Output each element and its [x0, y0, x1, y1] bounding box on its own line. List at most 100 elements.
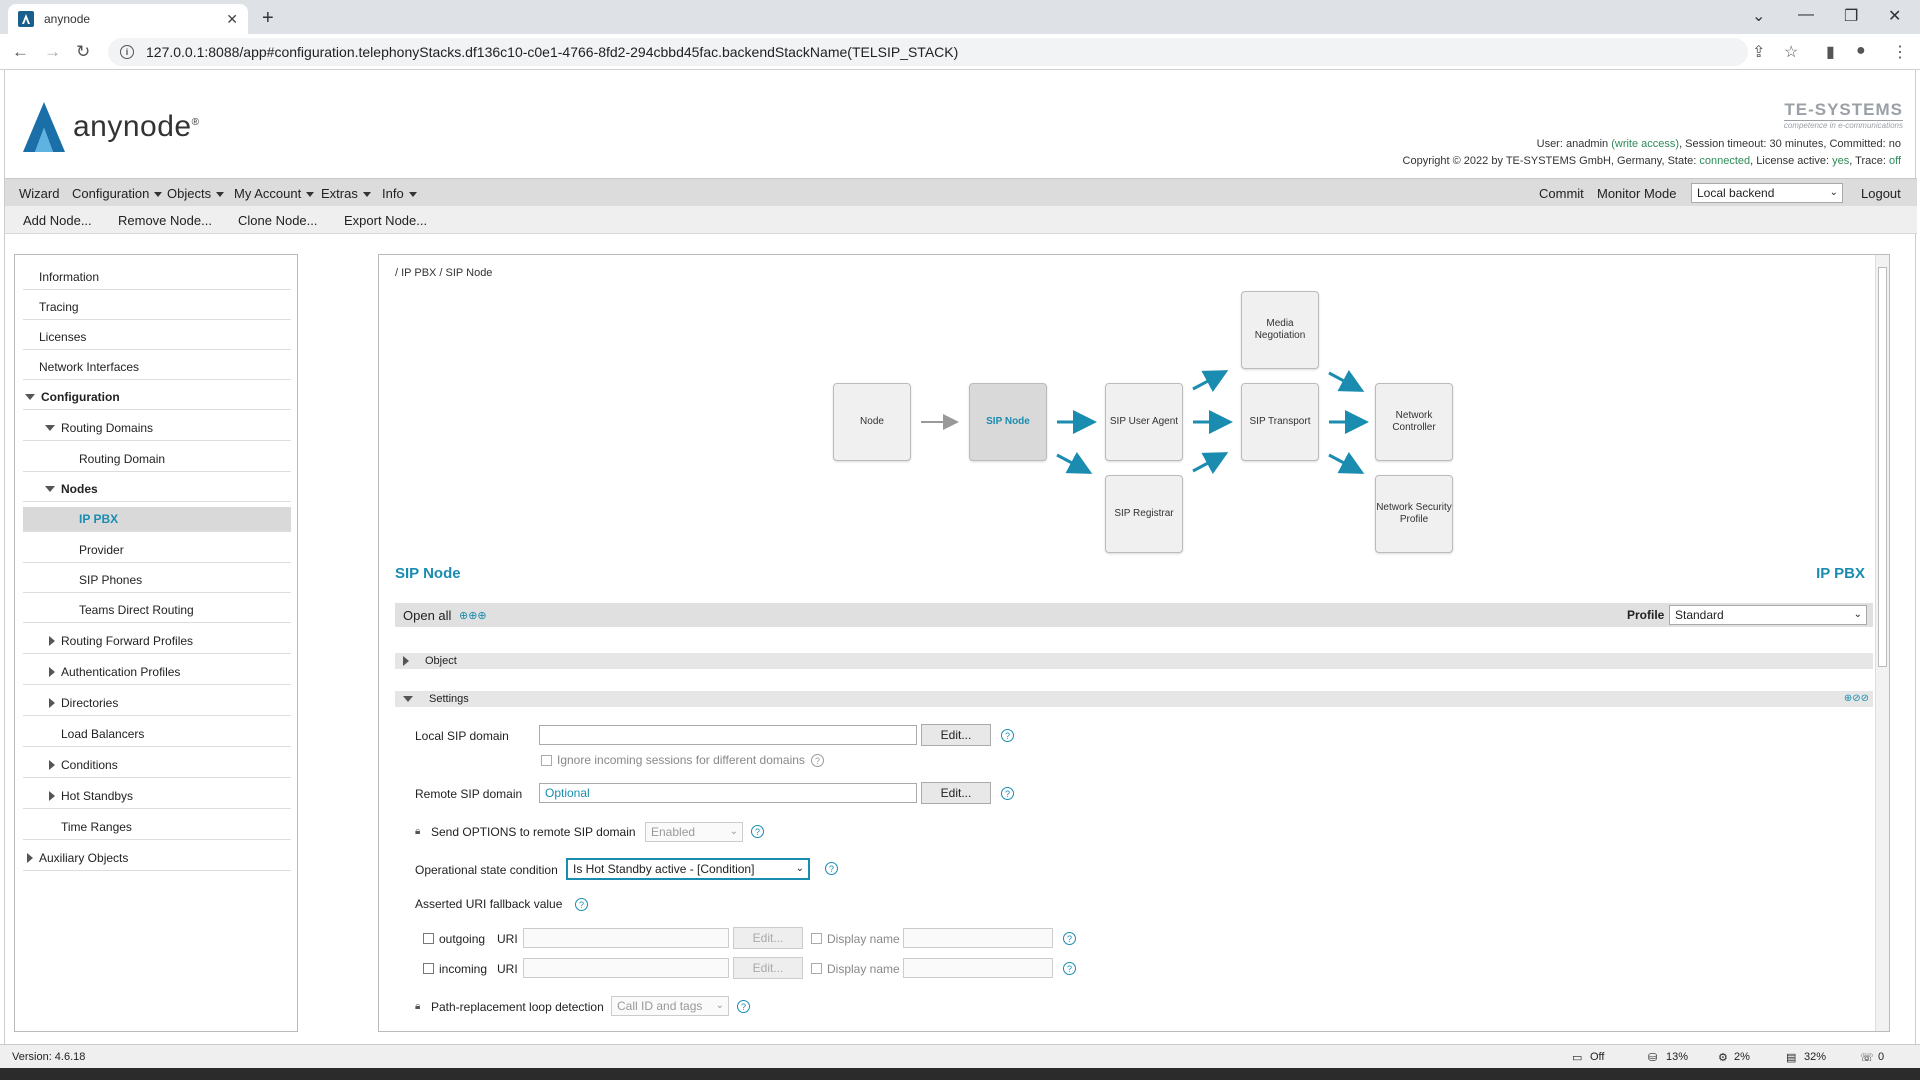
- help-icon[interactable]: ?: [575, 898, 588, 911]
- incoming-uri-input[interactable]: [523, 958, 729, 978]
- incoming-display-name-input[interactable]: [903, 958, 1053, 978]
- site-info-icon[interactable]: i: [120, 45, 134, 59]
- local-sip-domain-edit-button[interactable]: Edit...: [921, 724, 991, 746]
- section-actions-icon[interactable]: ⊕⊘⊘: [1844, 693, 1869, 704]
- restore-icon[interactable]: ❐: [1844, 6, 1858, 26]
- help-icon[interactable]: ?: [811, 754, 824, 767]
- sidebar-item-nodes[interactable]: Nodes: [23, 477, 291, 502]
- sidebar-item-configuration[interactable]: Configuration: [23, 385, 291, 410]
- collapsed-triangle-icon[interactable]: [49, 791, 55, 801]
- reload-icon[interactable]: ↻: [76, 42, 90, 62]
- expanded-triangle-icon[interactable]: [45, 486, 55, 492]
- profile-select[interactable]: Standard ⌄: [1669, 605, 1867, 625]
- sidebar-item-hot-standbys[interactable]: Hot Standbys: [23, 784, 291, 809]
- diagram-sip-transport[interactable]: SIP Transport: [1241, 383, 1319, 461]
- diagram-node[interactable]: Node: [833, 383, 911, 461]
- outgoing-display-name-input[interactable]: [903, 928, 1053, 948]
- collapsed-triangle-icon[interactable]: [49, 667, 55, 677]
- window-close-icon[interactable]: ✕: [1888, 6, 1901, 26]
- ignore-incoming-checkbox[interactable]: [541, 755, 552, 766]
- outgoing-checkbox[interactable]: [423, 933, 434, 944]
- menu-wizard[interactable]: Wizard: [19, 186, 59, 201]
- collapsed-triangle-icon[interactable]: [49, 698, 55, 708]
- sidepanel-icon[interactable]: ▮: [1826, 42, 1835, 62]
- sidebar-item-tracing[interactable]: Tracing: [23, 295, 291, 320]
- outgoing-uri-input[interactable]: [523, 928, 729, 948]
- expand-controls-icon[interactable]: ⊕⊕⊕: [459, 609, 487, 622]
- outgoing-display-name-checkbox[interactable]: [811, 933, 822, 944]
- sidebar-item-routing-domains[interactable]: Routing Domains: [23, 416, 291, 441]
- local-sip-domain-input[interactable]: [539, 725, 917, 745]
- browser-tab[interactable]: anynode ✕: [8, 4, 248, 34]
- diagram-sip-registrar[interactable]: SIP Registrar: [1105, 475, 1183, 553]
- clone-node-button[interactable]: Clone Node...: [238, 213, 318, 228]
- diagram-network-security-profile[interactable]: Network Security Profile: [1375, 475, 1453, 553]
- remote-sip-domain-input[interactable]: Optional: [539, 783, 917, 803]
- commit-button[interactable]: Commit: [1539, 186, 1584, 201]
- expanded-triangle-icon[interactable]: [45, 425, 55, 431]
- help-icon[interactable]: ?: [1001, 787, 1014, 800]
- menu-my-account[interactable]: My Account: [234, 186, 315, 201]
- help-icon[interactable]: ?: [825, 862, 838, 875]
- section-settings[interactable]: Settings ⊕⊘⊘: [395, 691, 1873, 707]
- menu-extras[interactable]: Extras: [321, 186, 371, 201]
- sidebar-item-sip-phones[interactable]: SIP Phones: [23, 568, 291, 593]
- collapsed-triangle-icon[interactable]: [49, 636, 55, 646]
- sidebar-item-teams-direct-routing[interactable]: Teams Direct Routing: [23, 598, 291, 623]
- collapsed-triangle-icon[interactable]: [49, 760, 55, 770]
- forward-icon[interactable]: →: [44, 42, 61, 62]
- section-object[interactable]: Object: [395, 653, 1873, 669]
- sidebar-item-authentication-profiles[interactable]: Authentication Profiles: [23, 660, 291, 685]
- collapsed-triangle-icon[interactable]: [27, 853, 33, 863]
- send-options-select[interactable]: Enabled ⌄: [645, 822, 743, 842]
- path-replacement-select[interactable]: Call ID and tags ⌄: [611, 996, 729, 1016]
- sidebar-item-network-interfaces[interactable]: Network Interfaces: [23, 355, 291, 380]
- sidebar-item-provider[interactable]: Provider: [23, 538, 291, 563]
- incoming-uri-edit-button[interactable]: Edit...: [733, 957, 803, 979]
- monitor-mode-button[interactable]: Monitor Mode: [1597, 186, 1676, 201]
- sidebar-item-directories[interactable]: Directories: [23, 691, 291, 716]
- sidebar-item-information[interactable]: Information: [23, 265, 291, 290]
- diagram-sip-user-agent[interactable]: SIP User Agent: [1105, 383, 1183, 461]
- export-node-button[interactable]: Export Node...: [344, 213, 427, 228]
- diagram-media-negotiation[interactable]: Media Negotiation: [1241, 291, 1319, 369]
- collapsed-triangle-icon[interactable]: [403, 656, 409, 666]
- incoming-display-name-checkbox[interactable]: [811, 963, 822, 974]
- sidebar-item-routing-forward-profiles[interactable]: Routing Forward Profiles: [23, 629, 291, 654]
- back-icon[interactable]: ←: [12, 42, 29, 62]
- sidebar-item-conditions[interactable]: Conditions: [23, 753, 291, 778]
- backend-select[interactable]: Local backend ⌄: [1691, 183, 1843, 203]
- tab-search-icon[interactable]: ⌄: [1752, 6, 1765, 26]
- new-tab-icon[interactable]: +: [262, 7, 274, 30]
- url-field[interactable]: i 127.0.0.1:8088/app#configuration.telep…: [108, 38, 1748, 66]
- expanded-triangle-icon[interactable]: [25, 394, 35, 400]
- outgoing-uri-edit-button[interactable]: Edit...: [733, 927, 803, 949]
- remote-sip-domain-edit-button[interactable]: Edit...: [921, 782, 991, 804]
- menu-objects[interactable]: Objects: [167, 186, 225, 201]
- sidebar-item-auxiliary-objects[interactable]: Auxiliary Objects: [23, 846, 291, 871]
- remove-node-button[interactable]: Remove Node...: [118, 213, 212, 228]
- logout-button[interactable]: Logout: [1861, 186, 1901, 201]
- diagram-network-controller[interactable]: Network Controller: [1375, 383, 1453, 461]
- help-icon[interactable]: ?: [737, 1000, 750, 1013]
- main-scrollbar[interactable]: [1875, 255, 1889, 1031]
- minimize-icon[interactable]: —: [1798, 6, 1814, 24]
- help-icon[interactable]: ?: [1063, 962, 1076, 975]
- diagram-sip-node[interactable]: SIP Node: [969, 383, 1047, 461]
- bookmark-star-icon[interactable]: ☆: [1784, 42, 1798, 62]
- add-node-button[interactable]: Add Node...: [23, 213, 92, 228]
- browser-menu-icon[interactable]: ⋮: [1892, 42, 1908, 62]
- expanded-triangle-icon[interactable]: [403, 696, 413, 702]
- scrollbar-thumb[interactable]: [1878, 267, 1887, 667]
- sidebar-item-load-balancers[interactable]: Load Balancers: [23, 722, 291, 747]
- sidebar-item-ip-pbx[interactable]: IP PBX: [23, 507, 291, 532]
- sidebar-item-licenses[interactable]: Licenses: [23, 325, 291, 350]
- help-icon[interactable]: ?: [751, 825, 764, 838]
- menu-configuration[interactable]: Configuration: [72, 186, 163, 201]
- help-icon[interactable]: ?: [1001, 729, 1014, 742]
- sidebar-item-time-ranges[interactable]: Time Ranges: [23, 815, 291, 840]
- op-state-select[interactable]: Is Hot Standby active - [Condition] ⌄: [567, 859, 809, 879]
- help-icon[interactable]: ?: [1063, 932, 1076, 945]
- profile-icon[interactable]: ●: [1856, 42, 1866, 60]
- incoming-checkbox[interactable]: [423, 963, 434, 974]
